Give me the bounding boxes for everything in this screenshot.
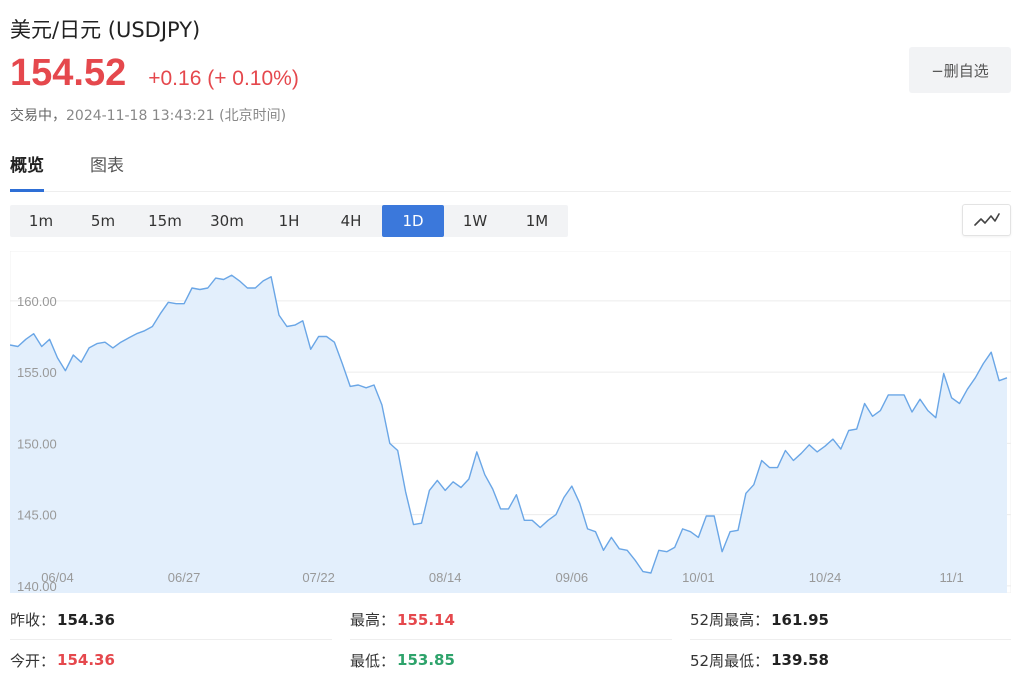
x-tick-label: 07/22 [302, 570, 335, 585]
stats-panel: 昨收： 154.36 最高： 155.14 52周最高： 161.95 今开： … [10, 600, 1011, 676]
stat-open: 今开： 154.36 [10, 640, 332, 676]
line-chart-icon [973, 213, 1000, 226]
y-tick-label: 150.00 [17, 436, 57, 451]
stat-value: 155.14 [397, 610, 455, 629]
period-30m[interactable]: 30m [196, 205, 258, 237]
stat-label: 昨收： [10, 611, 56, 629]
tab-chart[interactable]: 图表 [90, 152, 124, 192]
stat-value: 154.36 [57, 651, 115, 669]
price-row: 154.52 +0.16 (+ 0.10%) [10, 52, 299, 95]
x-tick-label: 10/24 [809, 570, 842, 585]
x-tick-label: 10/01 [682, 570, 715, 585]
status-text: 交易中， [10, 108, 66, 124]
remove-watchlist-button[interactable]: −删自选 [909, 47, 1011, 93]
period-4h[interactable]: 4H [320, 205, 382, 237]
x-tick-label: 08/14 [429, 570, 462, 585]
stat-label: 52周最高： [690, 611, 770, 629]
x-tick-label: 11/1 [939, 570, 963, 585]
stat-value: 154.36 [57, 610, 115, 629]
tab-bar: 概览 图表 [10, 152, 1011, 192]
timestamp: 2024-11-18 13:43:21 (北京时间) [66, 108, 287, 124]
x-tick-label: 06/04 [41, 570, 74, 585]
stat-prev-close: 昨收： 154.36 [10, 600, 332, 640]
y-tick-label: 145.00 [17, 508, 57, 523]
period-1h[interactable]: 1H [258, 205, 320, 237]
x-tick-label: 09/06 [556, 570, 589, 585]
price-chart-svg: 160.00155.00150.00145.00140.0006/04 06/27… [10, 251, 1011, 593]
stat-value: 139.58 [771, 651, 829, 669]
tab-overview[interactable]: 概览 [10, 152, 44, 192]
stat-value: 161.95 [771, 610, 829, 629]
stat-label: 52周最低： [690, 651, 770, 670]
y-tick-label: 160.00 [17, 294, 57, 309]
period-1m[interactable]: 1m [10, 205, 72, 237]
stat-high: 最高： 155.14 [350, 600, 672, 640]
period-1d[interactable]: 1D [382, 205, 444, 237]
period-1w[interactable]: 1W [444, 205, 506, 237]
period-1mo[interactable]: 1M [506, 205, 568, 237]
period-5m[interactable]: 5m [72, 205, 134, 237]
stat-label: 最高： [350, 611, 396, 629]
period-15m[interactable]: 15m [134, 205, 196, 237]
y-tick-label: 155.00 [17, 365, 57, 380]
stat-label: 最低： [350, 651, 396, 670]
stat-low: 最低： 153.85 [350, 640, 672, 676]
stats-row: 昨收： 154.36 最高： 155.14 52周最高： 161.95 [10, 600, 1011, 640]
current-price: 154.52 [10, 52, 127, 94]
stat-label: 今开： [10, 651, 56, 670]
stat-52w-low: 52周最低： 139.58 [690, 640, 1011, 676]
price-change: +0.16 (+ 0.10%) [148, 67, 299, 90]
stat-52w-high: 52周最高： 161.95 [690, 600, 1011, 640]
period-selector: 1m 5m 15m 30m 1H 4H 1D 1W 1M [10, 205, 568, 237]
price-chart: 160.00 155.00 150.00 145.00 140.00 06/04 06/27… [10, 251, 1011, 593]
page-title: 美元/日元 (USDJPY) [10, 18, 201, 42]
x-tick-label: 06/27 [168, 570, 201, 585]
stat-value: 153.85 [397, 651, 455, 669]
stats-row: 今开： 154.36 最低： 153.85 52周最低： 139.58 [10, 640, 1011, 676]
trading-status: 交易中，2024-11-18 13:43:21 (北京时间) [10, 105, 286, 125]
chart-type-button[interactable] [962, 204, 1011, 236]
